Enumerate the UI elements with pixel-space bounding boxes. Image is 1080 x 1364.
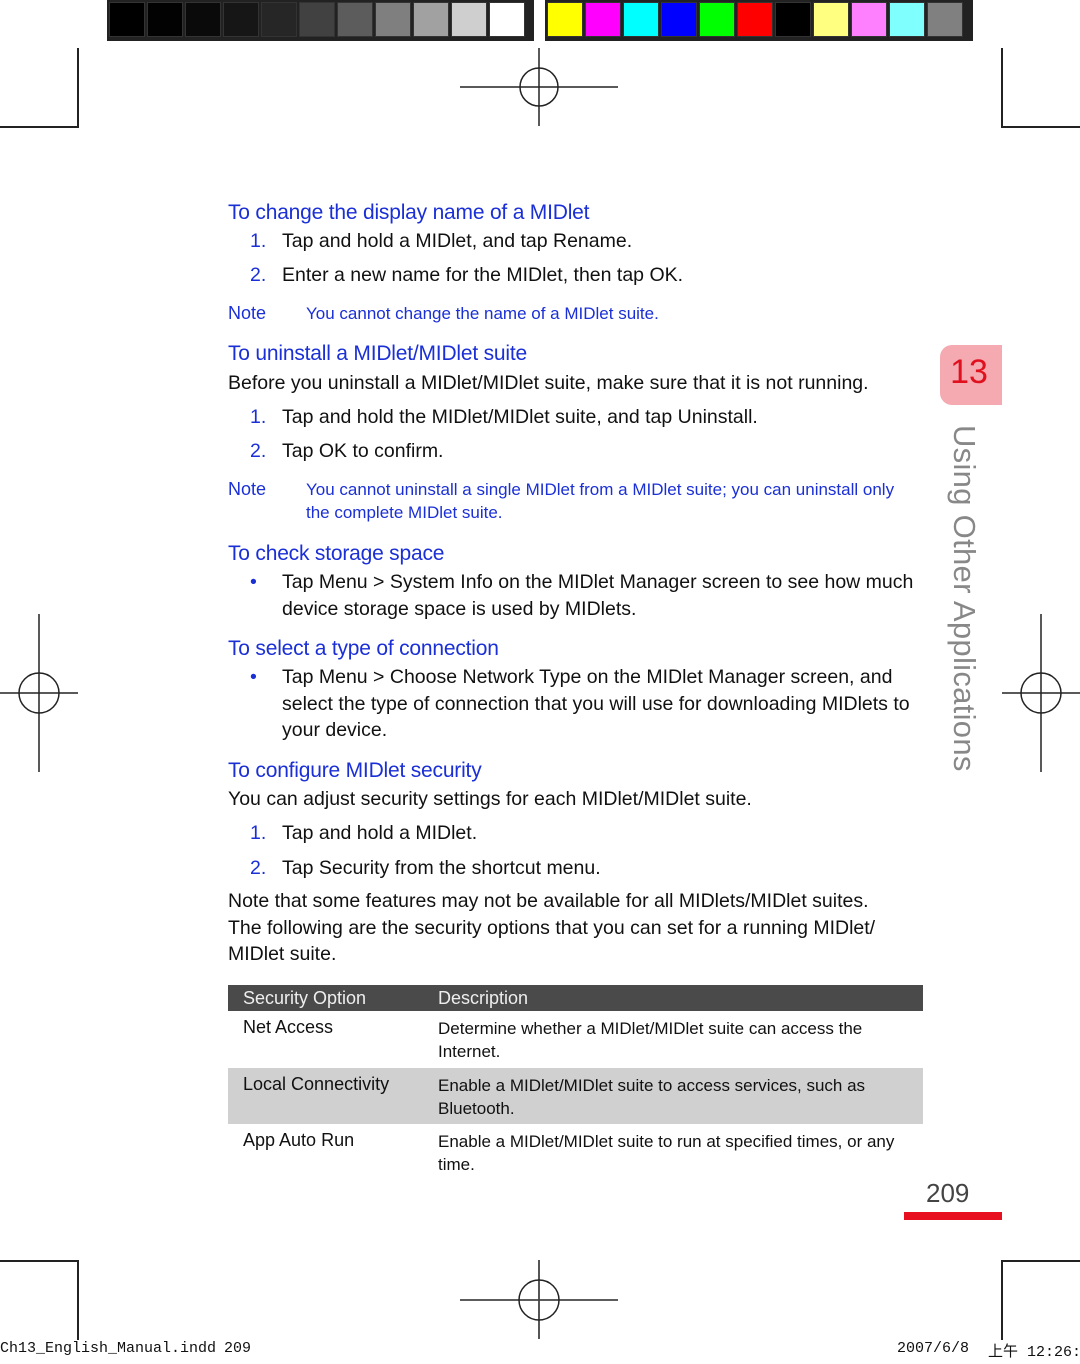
description-cell: Enable a MIDlet/MIDlet suite to access s… [438, 1076, 866, 1118]
step-item: 2. Tap Security from the shortcut menu. [250, 855, 601, 881]
slug-page: 209 [224, 1340, 252, 1357]
registration-mark-left [0, 614, 78, 772]
step-item: 2. Enter a new name for the MIDlet, then … [250, 262, 683, 288]
paragraph: You can adjust security settings for eac… [228, 788, 752, 810]
step-item: 1. Tap and hold a MIDlet, and tap Rename. [250, 228, 632, 254]
step-item: 1. Tap and hold a MIDlet. [250, 820, 477, 846]
color-swatch [413, 2, 449, 37]
table-row: Net Access Determine whether a MIDlet/MI… [228, 1011, 923, 1068]
note-label: Note [228, 303, 267, 323]
color-swatch [337, 2, 373, 37]
color-swatch [927, 2, 963, 37]
section-heading-rename: To change the display name of a MIDlet [228, 201, 590, 224]
color-swatch [699, 2, 735, 37]
color-swatch [889, 2, 925, 37]
table-header: Security Option Description [228, 985, 923, 1011]
note-text: You cannot change the name of a MIDlet s… [306, 304, 659, 323]
color-swatch [661, 2, 697, 37]
color-swatch [547, 2, 583, 37]
color-swatch [109, 2, 145, 37]
crop-mark [77, 1260, 79, 1340]
crop-mark [0, 1260, 79, 1262]
grayscale-color-bar [107, 0, 534, 41]
crop-mark [77, 48, 79, 128]
crop-mark [1001, 1260, 1003, 1340]
color-swatch [451, 2, 487, 37]
color-swatch [489, 2, 525, 37]
step-text: Tap and hold a MIDlet, and tap Rename. [282, 230, 633, 252]
step-number: 1. [250, 230, 267, 252]
crop-mark [1001, 48, 1003, 128]
step-number: 2. [250, 857, 267, 879]
registration-mark-top [460, 48, 618, 126]
bullet-text: Tap Menu > System Info on the MIDlet Man… [282, 571, 914, 620]
bullet-icon: • [250, 571, 257, 593]
column-header-option: Security Option [243, 988, 367, 1008]
paragraph-line: Note that some features may not be avail… [228, 890, 869, 912]
color-swatch [375, 2, 411, 37]
registration-mark-bottom [460, 1260, 618, 1339]
note-text: You cannot uninstall a single MIDlet fro… [306, 480, 895, 522]
paragraph-line: MIDlet suite. [228, 943, 337, 965]
crop-mark [1001, 1260, 1080, 1262]
page-number-underline [904, 1212, 1002, 1220]
bullet-text: Tap Menu > Choose Network Type on the MI… [282, 666, 910, 741]
slug-date: 2007/6/8 [897, 1340, 970, 1357]
page-number: 209 [926, 1178, 970, 1208]
slug-filename: Ch13_English_Manual.indd [0, 1340, 217, 1357]
section-heading-uninstall: To uninstall a MIDlet/MIDlet suite [228, 342, 527, 365]
note-label: Note [228, 479, 267, 499]
crop-mark [0, 126, 79, 128]
bullet-icon: • [250, 666, 257, 688]
option-cell: Local Connectivity [243, 1074, 390, 1094]
description-cell: Determine whether a MIDlet/MIDlet suite … [438, 1019, 863, 1061]
column-header-description: Description [438, 988, 529, 1008]
step-text: Tap and hold the MIDlet/MIDlet suite, an… [282, 406, 758, 428]
table-row: Local Connectivity Enable a MIDlet/MIDle… [228, 1068, 923, 1124]
section-heading-connection: To select a type of connection [228, 637, 499, 660]
crop-mark [1001, 126, 1080, 128]
step-number: 1. [250, 822, 267, 844]
color-swatch [813, 2, 849, 37]
table-row: App Auto Run Enable a MIDlet/MIDlet suit… [228, 1124, 923, 1181]
color-swatch [223, 2, 259, 37]
registration-mark-right [1002, 614, 1080, 772]
step-number: 1. [250, 406, 267, 428]
chapter-number: 13 [950, 353, 988, 391]
step-text: Tap and hold a MIDlet. [282, 822, 478, 844]
step-text: Tap Security from the shortcut menu. [282, 857, 601, 879]
section-heading-security: To configure MIDlet security [228, 759, 482, 782]
option-cell: Net Access [243, 1017, 334, 1037]
color-swatch [775, 2, 811, 37]
color-swatch [623, 2, 659, 37]
step-number: 2. [250, 264, 267, 286]
color-swatch [185, 2, 221, 37]
security-options-table: Security Option Description Net Access D… [228, 985, 923, 1181]
chapter-title-text: Using Other Applications [947, 425, 982, 772]
step-number: 2. [250, 440, 267, 462]
color-swatch [585, 2, 621, 37]
paragraph: Before you uninstall a MIDlet/MIDlet sui… [228, 372, 869, 394]
color-swatch [299, 2, 335, 37]
option-cell: App Auto Run [243, 1130, 355, 1150]
chapter-title: Using Other Applications [936, 425, 996, 772]
step-item: 2. Tap OK to confirm. [250, 438, 443, 464]
color-swatch [261, 2, 297, 37]
section-heading-storage: To check storage space [228, 542, 445, 565]
step-text: Tap OK to confirm. [282, 440, 444, 462]
description-cell: Enable a MIDlet/MIDlet suite to run at s… [438, 1132, 895, 1174]
step-text: Enter a new name for the MIDlet, then ta… [282, 264, 684, 286]
color-swatch [737, 2, 773, 37]
slug-time: 上午 12:26: [988, 1344, 1080, 1361]
paragraph-line: The following are the security options t… [228, 917, 876, 939]
chapter-tab: 13 [940, 345, 1002, 405]
process-color-bar [545, 0, 973, 41]
step-item: 1. Tap and hold the MIDlet/MIDlet suite, … [250, 404, 758, 430]
color-swatch [147, 2, 183, 37]
color-swatch [851, 2, 887, 37]
